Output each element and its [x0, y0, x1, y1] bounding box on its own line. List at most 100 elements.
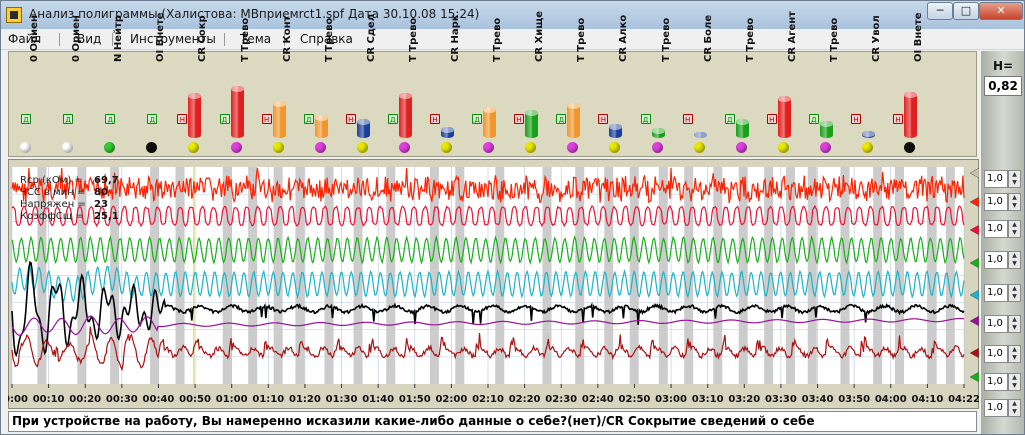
topic-column[interactable]: CR Алко Н	[598, 15, 629, 158]
gain-spinner[interactable]: ▲ ▼	[1008, 315, 1021, 333]
topic-status-dot	[777, 142, 789, 153]
channel-arrow[interactable]	[969, 257, 979, 269]
gain-control: 1,0 ▲ ▼	[984, 284, 1022, 302]
topic-badge: Д	[640, 114, 651, 124]
gain-control: 1,0 ▲ ▼	[984, 251, 1022, 269]
gain-spinner[interactable]: ▲ ▼	[1008, 373, 1021, 391]
topic-status-dot	[398, 142, 410, 153]
gain-spinner[interactable]: ▲ ▼	[1008, 345, 1021, 363]
x-tick-label: 03:30	[765, 394, 797, 405]
channel-arrow[interactable]	[969, 196, 979, 208]
x-tick-label: 03:10	[692, 394, 724, 405]
topic-column[interactable]: OI Внете Н	[893, 12, 924, 158]
gain-spinner[interactable]: ▲ ▼	[1008, 193, 1021, 211]
gain-spinner[interactable]: ▲ ▼	[1008, 220, 1021, 238]
topic-column[interactable]: 0 Ориен Д	[59, 15, 82, 158]
gain-control: 1,0 ▲ ▼	[984, 373, 1022, 391]
gain-value-field[interactable]: 1,0	[984, 251, 1008, 269]
gain-value-field[interactable]: 1,0	[984, 315, 1008, 333]
topic-bar	[609, 124, 623, 138]
question-status-bar: При устройстве на работу, Вы намеренно и…	[8, 411, 977, 432]
channel-arrow[interactable]	[969, 167, 979, 179]
x-tick-label: 03:40	[802, 394, 834, 405]
topic-column[interactable]: T Трево Д	[640, 18, 672, 158]
gain-spinner[interactable]: ▲ ▼	[1008, 170, 1021, 188]
topic-badge: Н	[598, 114, 609, 124]
topic-column[interactable]: T Трево Д	[556, 18, 587, 158]
topic-column[interactable]: OI Внете Д	[143, 12, 166, 158]
topic-status-dot	[819, 142, 831, 153]
topic-column[interactable]: CR Нарк Н	[430, 14, 461, 158]
x-tick-label: 04:22	[948, 394, 979, 405]
readout-label: Напряжен =	[20, 199, 86, 210]
topic-badge: Н	[261, 114, 272, 124]
h-label: H=	[992, 59, 1014, 73]
minimize-button[interactable]: ─	[927, 2, 953, 20]
topic-status-dot	[146, 142, 158, 153]
gain-spinner[interactable]: ▲ ▼	[1008, 251, 1021, 269]
topic-badge: Н	[766, 114, 777, 124]
topic-column[interactable]: CR Сдел Н	[345, 14, 377, 158]
h-value-field[interactable]: 0,82	[984, 76, 1022, 96]
topic-code-label: OI Внете	[155, 12, 167, 62]
gain-value-field[interactable]: 1,0	[984, 399, 1008, 417]
x-tick-label: 01:20	[289, 394, 321, 405]
topic-column[interactable]: CR Хище Н	[514, 11, 545, 158]
close-button[interactable]: ✕	[979, 2, 1023, 20]
x-tick-label: 00:10	[33, 394, 65, 405]
topic-badge: Н	[514, 114, 525, 124]
topic-column[interactable]: T Трево Д	[808, 18, 840, 158]
channel-arrow[interactable]	[969, 371, 979, 383]
readout-value: 80	[94, 187, 108, 198]
channel-arrow[interactable]	[969, 315, 979, 327]
topic-status-dot	[735, 142, 747, 153]
gain-spinner[interactable]: ▲ ▼	[1008, 399, 1021, 417]
topic-column[interactable]: T Трево Д	[303, 18, 335, 158]
topic-column[interactable]: N Нейтр Д	[101, 15, 124, 158]
gain-spinner[interactable]: ▲ ▼	[1008, 284, 1021, 302]
gain-value-field[interactable]: 1,0	[984, 284, 1008, 302]
topic-bar	[188, 93, 202, 138]
x-tick-label: 04:10	[911, 394, 943, 405]
topic-column[interactable]: CR Агент Н	[766, 11, 798, 158]
topic-status-dot	[272, 142, 284, 153]
polygram-chart[interactable]: 00:00 00:10 00:20 00:30 00:40 00:50 01:00 01:10…	[8, 159, 979, 409]
topic-status-dot	[62, 142, 74, 153]
topic-column[interactable]: 0 Ориен Д	[17, 15, 40, 158]
app-icon	[6, 7, 22, 23]
gain-value-field[interactable]: 1,0	[984, 220, 1008, 238]
topic-code-label: OI Внете	[913, 12, 925, 62]
gain-value-field[interactable]: 1,0	[984, 373, 1008, 391]
topic-code-label: CR Сокр	[197, 15, 209, 62]
gain-control: 1,0 ▲ ▼	[984, 399, 1022, 417]
topic-status-dot	[904, 142, 916, 153]
channel-arrow[interactable]	[969, 224, 979, 236]
topic-badge: Д	[724, 114, 735, 124]
topic-column[interactable]: T Трево Д	[472, 18, 503, 158]
gain-control: 1,0 ▲ ▼	[984, 345, 1022, 363]
topic-code-label: CR Хище	[534, 10, 546, 62]
topic-column[interactable]: CR Боле Н	[682, 15, 714, 158]
topic-status-dot	[525, 142, 537, 153]
topic-column[interactable]: T Трево Д	[219, 18, 251, 158]
topic-badge: Д	[472, 114, 483, 124]
channel-arrow[interactable]	[969, 347, 979, 359]
gain-value-field[interactable]: 1,0	[984, 170, 1008, 188]
topic-column[interactable]: CR Увол Н	[851, 15, 882, 158]
channel-arrow[interactable]	[969, 289, 979, 301]
topic-column[interactable]: T Трево Д	[724, 18, 756, 158]
question-marker[interactable]	[324, 167, 334, 384]
topic-column[interactable]: CR Сокр Н	[177, 15, 208, 158]
topic-badge: Д	[556, 114, 567, 124]
gain-value-field[interactable]: 1,0	[984, 193, 1008, 211]
topic-status-dot	[230, 142, 242, 153]
topic-status-dot	[693, 142, 705, 153]
topic-column[interactable]: T Трево Д	[387, 18, 419, 158]
x-tick-label: 02:50	[619, 394, 651, 405]
maximize-button[interactable]: □	[953, 2, 979, 20]
topic-badge: Д	[387, 114, 398, 124]
readout-label: Rcp (кОм) =	[20, 175, 83, 186]
topic-column[interactable]: CR Конт Н	[261, 16, 293, 158]
gain-value-field[interactable]: 1,0	[984, 345, 1008, 363]
topic-bar	[567, 103, 581, 138]
